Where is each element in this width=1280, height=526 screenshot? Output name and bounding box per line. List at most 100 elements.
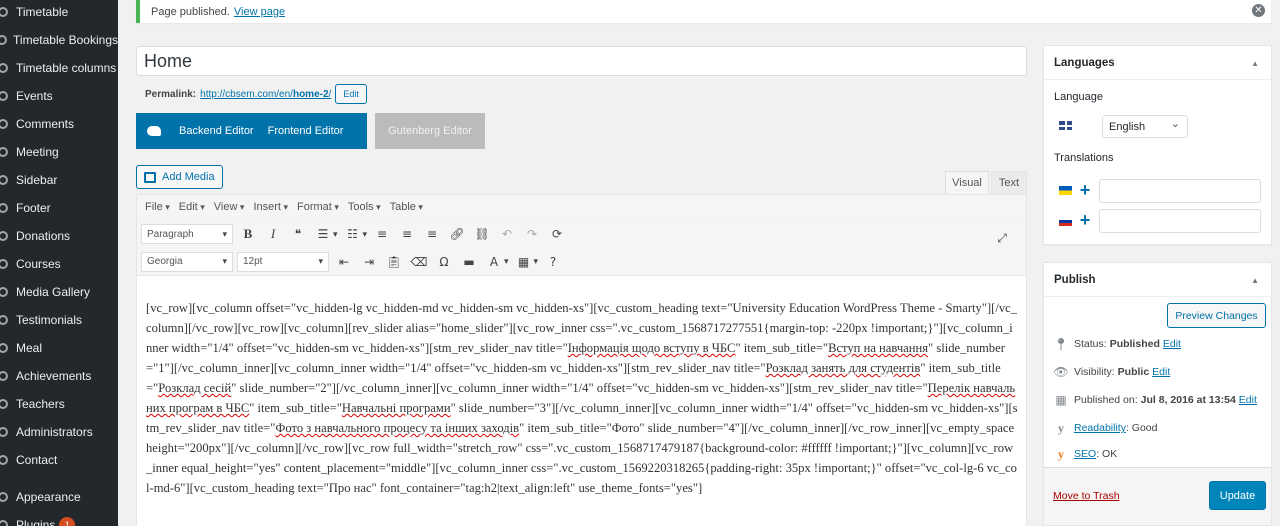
table-icon[interactable]: ▦ <box>513 251 535 273</box>
link-icon[interactable]: 🔗︎ <box>446 223 468 245</box>
sidebar-item-media-gallery[interactable]: Media Gallery <box>0 278 118 306</box>
view-page-link[interactable]: View page <box>234 6 285 18</box>
backend-editor-button[interactable]: Backend Editor <box>179 125 254 137</box>
collapse-icon[interactable]: ▲ <box>1251 276 1259 285</box>
sidebar-item-teachers[interactable]: Teachers <box>0 390 118 418</box>
indent-icon[interactable]: ⇥ <box>358 251 380 273</box>
chevron-down-icon[interactable]: ▾ <box>534 256 539 267</box>
editor-menu-tools[interactable]: Tools <box>348 201 381 213</box>
translation-input-uk[interactable] <box>1099 179 1261 203</box>
outdent-icon[interactable]: ⇤ <box>333 251 355 273</box>
align-right-icon[interactable]: ≡ <box>421 223 443 245</box>
sidebar-item-label: Timetable Bookings <box>13 33 118 47</box>
edit-visibility-link[interactable]: Edit <box>1152 366 1170 378</box>
sidebar-item-meeting[interactable]: Meeting <box>0 138 118 166</box>
editor-content[interactable]: [vc_row][vc_column offset="vc_hidden-lg … <box>137 276 1026 498</box>
sidebar-item-timetable-columns[interactable]: Timetable columns <box>0 54 118 82</box>
languages-box-header[interactable]: Languages ▲ <box>1044 46 1271 80</box>
gutenberg-editor-button[interactable]: Gutenberg Editor <box>375 113 485 149</box>
align-left-icon[interactable]: ≡ <box>371 223 393 245</box>
sidebar-item-footer[interactable]: Footer <box>0 194 118 222</box>
preview-changes-button[interactable]: Preview Changes <box>1167 303 1266 328</box>
sidebar-item-courses[interactable]: Courses <box>0 250 118 278</box>
chevron-down-icon[interactable]: ▾ <box>363 229 368 240</box>
special-char-icon[interactable]: Ω <box>433 251 455 273</box>
wpbakery-logo-icon <box>147 126 161 136</box>
tab-visual[interactable]: Visual <box>945 171 989 194</box>
text-color-icon[interactable]: A <box>483 251 505 273</box>
publish-box-header[interactable]: Publish ▲ <box>1044 263 1271 297</box>
format-select[interactable]: Paragraph <box>141 224 233 244</box>
seo-link[interactable]: SEO <box>1074 448 1096 460</box>
sidebar-item-administrators[interactable]: Administrators <box>0 418 118 446</box>
language-select[interactable]: English <box>1102 115 1188 138</box>
sidebar-item-label: Meal <box>16 341 43 355</box>
clear-format-icon[interactable]: ⌫ <box>408 251 430 273</box>
sidebar-item-donations[interactable]: Donations <box>0 222 118 250</box>
sidebar-item-timetable-bookings[interactable]: Timetable Bookings <box>0 26 118 54</box>
sidebar-item-label: Teachers <box>16 397 65 411</box>
paste-text-icon[interactable]: 📋︎ <box>383 251 405 273</box>
undo-icon[interactable]: ↶ <box>496 223 518 245</box>
add-media-button[interactable]: Add Media <box>136 165 223 189</box>
move-to-trash-link[interactable]: Move to Trash <box>1053 490 1120 502</box>
editor-paragraph[interactable]: [vc_row][vc_column offset="vc_hidden-lg … <box>146 298 1018 498</box>
pin-icon <box>0 341 10 355</box>
align-center-icon[interactable]: ≡ <box>396 223 418 245</box>
sidebar-item-meal[interactable]: Meal <box>0 334 118 362</box>
readability-link[interactable]: Readability <box>1074 422 1126 434</box>
font-family-select[interactable]: Georgia <box>141 251 233 272</box>
chevron-down-icon[interactable]: ▾ <box>333 229 338 240</box>
spellcheck-text: Розклад сесій <box>158 381 232 395</box>
fullscreen-icon[interactable]: ⤢ <box>991 227 1013 249</box>
editor-menu-format[interactable]: Format <box>297 201 339 213</box>
font-size-select[interactable]: 12pt <box>237 251 329 272</box>
unlink-icon[interactable]: ⛓︎ <box>471 223 493 245</box>
edit-date-link[interactable]: Edit <box>1239 394 1257 406</box>
add-translation-icon[interactable]: + <box>1078 211 1092 229</box>
permalink-link[interactable]: http://cbsem.com/en/home-2/ <box>200 89 331 100</box>
sidebar-item-label: Events <box>16 89 53 103</box>
frontend-editor-button[interactable]: Frontend Editor <box>268 125 344 137</box>
editor-menu-insert[interactable]: Insert <box>253 201 288 213</box>
editor-menu-file[interactable]: File <box>145 201 170 213</box>
chevron-down-icon[interactable]: ▾ <box>504 256 509 267</box>
sidebar-item-contact[interactable]: Contact <box>0 446 118 474</box>
sidebar-item-achievements[interactable]: Achievements <box>0 362 118 390</box>
sidebar-item-comments[interactable]: Comments <box>0 110 118 138</box>
edit-status-link[interactable]: Edit <box>1163 338 1181 350</box>
collapse-icon[interactable]: ▲ <box>1251 59 1259 68</box>
tab-text[interactable]: Text <box>991 171 1027 194</box>
sidebar-item-appearance[interactable]: Appearance <box>0 483 118 511</box>
sidebar-item-timetable[interactable]: Timetable <box>0 0 118 26</box>
edit-slug-button[interactable]: Edit <box>335 84 367 104</box>
sidebar-item-testimonials[interactable]: Testimonials <box>0 306 118 334</box>
sidebar-item-events[interactable]: Events <box>0 82 118 110</box>
languages-box: Languages ▲ Language English Translation… <box>1043 45 1272 245</box>
sidebar-item-plugins[interactable]: Plugins 1 <box>0 511 118 526</box>
refresh-icon[interactable]: ⟳ <box>546 223 568 245</box>
add-translation-icon[interactable]: + <box>1078 181 1092 199</box>
help-icon[interactable]: ? <box>542 251 564 273</box>
sidebar-item-sidebar[interactable]: Sidebar <box>0 166 118 194</box>
spellcheck-text: Розклад занять для студентів <box>765 361 921 375</box>
bold-icon[interactable]: B <box>237 223 259 245</box>
blockquote-icon[interactable]: ❝ <box>287 223 309 245</box>
editor-menu-table[interactable]: Table <box>390 201 423 213</box>
redo-icon[interactable]: ↷ <box>521 223 543 245</box>
tinymce-editor: File Edit View Insert Format Tools Table Parag… <box>136 194 1027 526</box>
italic-icon[interactable]: I <box>262 223 284 245</box>
comment-icon <box>0 117 10 131</box>
update-button[interactable]: Update <box>1209 481 1266 510</box>
editor-menu-view[interactable]: View <box>214 201 245 213</box>
media-icon <box>144 171 156 183</box>
numbered-list-icon[interactable]: ☷ <box>342 223 364 245</box>
pin-icon <box>0 285 10 299</box>
dismiss-icon[interactable]: ✕ <box>1252 4 1265 17</box>
horizontal-rule-icon[interactable]: ▬ <box>458 251 480 273</box>
bullet-list-icon[interactable]: ☰ <box>312 223 334 245</box>
permalink-label: Permalink: <box>145 88 197 100</box>
translation-input-ru[interactable] <box>1099 209 1261 233</box>
editor-menu-edit[interactable]: Edit <box>179 201 205 213</box>
post-title-input[interactable]: Home <box>136 46 1027 76</box>
